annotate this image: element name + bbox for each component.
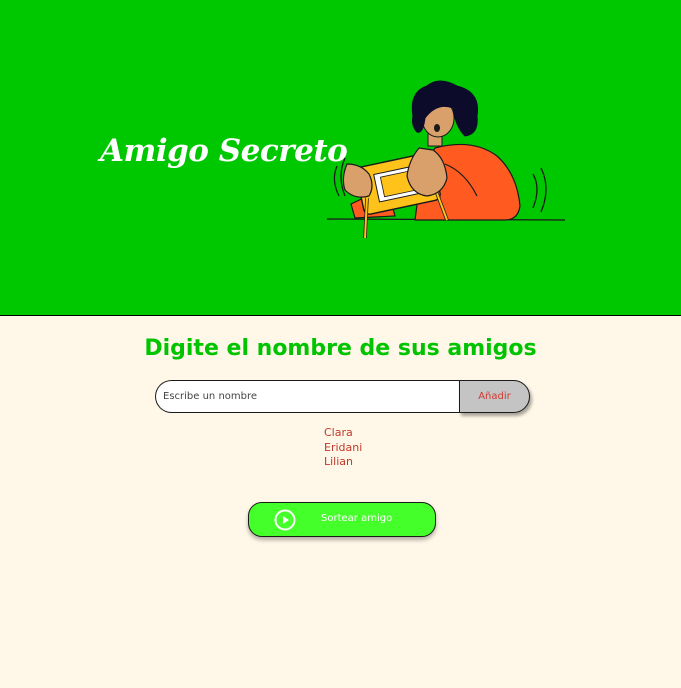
friend-list: Clara Eridani Lilian bbox=[324, 426, 362, 470]
name-input[interactable] bbox=[155, 380, 459, 413]
person-playing-handheld-console-illustration bbox=[326, 80, 566, 239]
play-circle-icon bbox=[274, 509, 296, 531]
section-heading: Digite el nombre de sus amigos bbox=[144, 336, 537, 361]
main-content: Digite el nombre de sus amigos Añadir Cl… bbox=[0, 316, 681, 688]
draw-button-label: Sortear amigo bbox=[321, 513, 393, 524]
add-button[interactable]: Añadir bbox=[459, 380, 530, 413]
add-friend-form: Añadir bbox=[155, 380, 531, 413]
list-item: Clara bbox=[324, 426, 353, 439]
draw-friend-button[interactable]: Sortear amigo bbox=[248, 502, 436, 537]
list-item: Eridani bbox=[324, 440, 363, 454]
hero-banner: Amigo Secreto bbox=[0, 0, 681, 316]
page-title: Amigo Secreto bbox=[100, 133, 348, 169]
list-item: Lilian bbox=[324, 455, 354, 468]
